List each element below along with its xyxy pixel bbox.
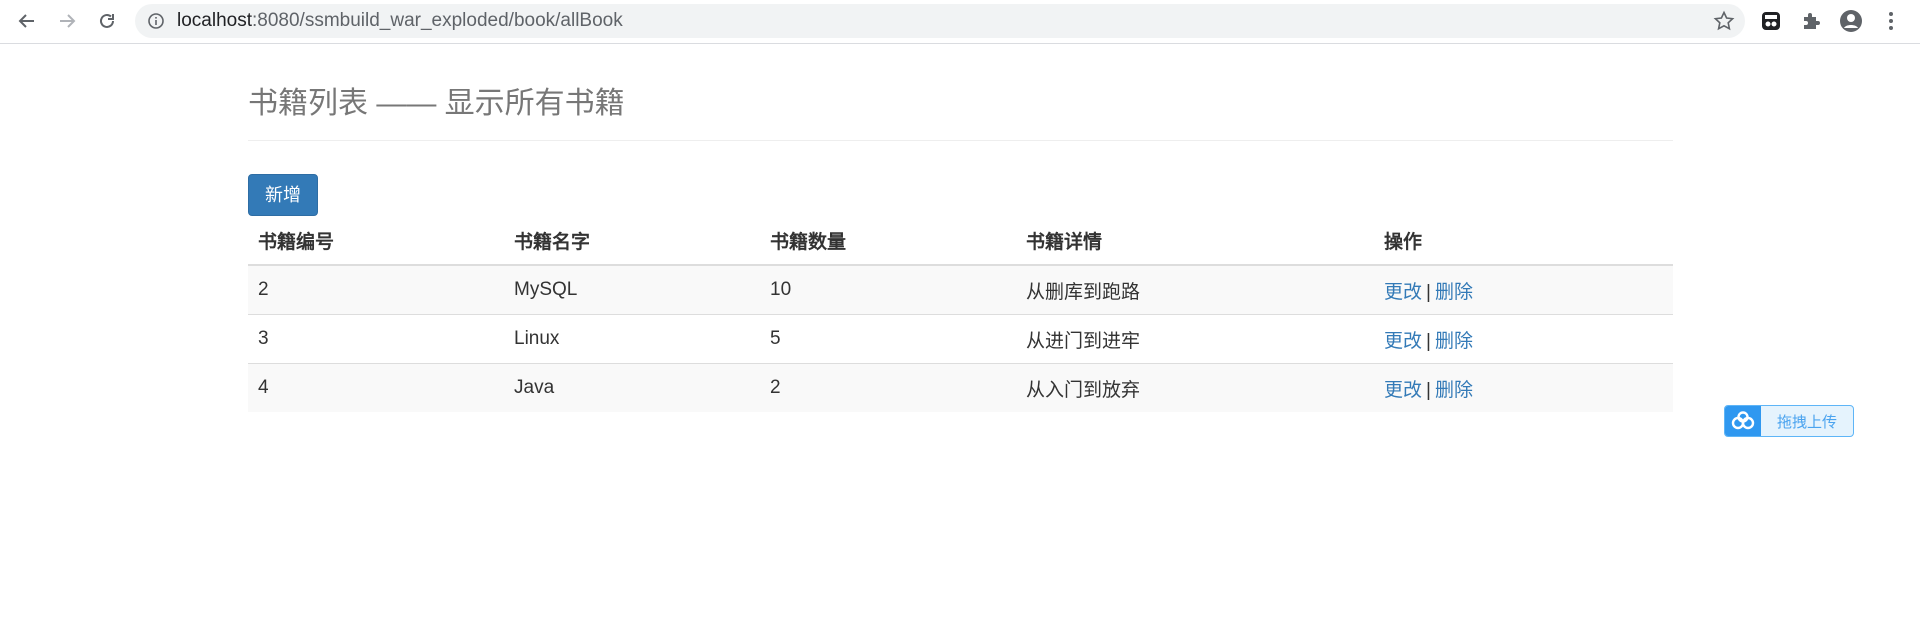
book-name: Java bbox=[504, 363, 760, 412]
baidu-cloud-logo bbox=[1725, 406, 1761, 436]
drag-upload-widget[interactable]: 拖拽上传 bbox=[1724, 405, 1854, 437]
book-id: 4 bbox=[248, 363, 504, 412]
url-path: :8080/ssmbuild_war_exploded/book/allBook bbox=[252, 10, 623, 31]
book-count: 10 bbox=[760, 264, 1016, 315]
header-book-detail: 书籍详情 bbox=[1016, 216, 1374, 266]
row-actions: 更改 | 删除 bbox=[1374, 314, 1673, 364]
page-title: 书籍列表 —— 显示所有书籍 bbox=[248, 87, 625, 120]
edit-link[interactable]: 更改 bbox=[1384, 380, 1422, 401]
table-header-row: 书籍编号 书籍名字 书籍数量 书籍详情 操作 bbox=[248, 216, 1673, 266]
browser-menu-button[interactable] bbox=[1878, 8, 1904, 34]
row-actions: 更改 | 删除 bbox=[1374, 264, 1673, 315]
action-separator: | bbox=[1426, 330, 1431, 352]
book-name: Linux bbox=[504, 314, 760, 364]
browser-toolbar: localhost:8080/ssmbuild_war_exploded/boo… bbox=[0, 0, 1920, 44]
book-count: 2 bbox=[760, 363, 1016, 412]
action-separator: | bbox=[1426, 379, 1431, 401]
address-bar[interactable]: localhost:8080/ssmbuild_war_exploded/boo… bbox=[135, 4, 1745, 38]
edit-link[interactable]: 更改 bbox=[1384, 331, 1422, 352]
table-row: 4 Java 2 从入门到放弃 更改 | 删除 bbox=[248, 363, 1673, 412]
book-detail: 从删库到跑路 bbox=[1016, 264, 1374, 315]
info-icon[interactable] bbox=[147, 12, 165, 30]
page-container: 书籍列表 —— 显示所有书籍 新增 书籍编号 书籍名字 书籍数量 书籍详情 操作… bbox=[248, 44, 1673, 412]
book-detail: 从入门到放弃 bbox=[1016, 363, 1374, 412]
row-actions: 更改 | 删除 bbox=[1374, 363, 1673, 412]
header-actions: 操作 bbox=[1374, 216, 1673, 266]
url-text[interactable]: localhost:8080/ssmbuild_war_exploded/boo… bbox=[177, 4, 623, 38]
upload-label: 拖拽上传 bbox=[1776, 413, 1837, 431]
table-row: 2 MySQL 10 从删库到跑路 更改 | 删除 bbox=[248, 264, 1673, 315]
extension-app-icon bbox=[1762, 12, 1780, 30]
reload-button[interactable] bbox=[92, 6, 122, 36]
cloud-logo-icon bbox=[1731, 411, 1755, 430]
extensions-button[interactable] bbox=[1798, 8, 1824, 34]
book-id: 3 bbox=[248, 314, 504, 364]
action-separator: | bbox=[1426, 281, 1431, 303]
add-book-button[interactable]: 新增 bbox=[248, 174, 318, 216]
header-book-count: 书籍数量 bbox=[760, 216, 1016, 266]
forward-arrow-icon bbox=[60, 14, 76, 28]
forward-button[interactable] bbox=[52, 6, 82, 36]
extension-app-button[interactable] bbox=[1758, 8, 1784, 34]
book-name: MySQL bbox=[504, 264, 760, 315]
book-detail: 从进门到进牢 bbox=[1016, 314, 1374, 364]
table-row: 3 Linux 5 从进门到进牢 更改 | 删除 bbox=[248, 314, 1673, 364]
delete-link[interactable]: 删除 bbox=[1435, 380, 1473, 401]
reload-icon bbox=[100, 13, 114, 28]
edit-link[interactable]: 更改 bbox=[1384, 282, 1422, 303]
header-book-name: 书籍名字 bbox=[504, 216, 760, 266]
delete-link[interactable]: 删除 bbox=[1435, 282, 1473, 303]
book-id: 2 bbox=[248, 264, 504, 315]
bookmark-star-icon[interactable] bbox=[1713, 10, 1735, 32]
book-table: 书籍编号 书籍名字 书籍数量 书籍详情 操作 2 MySQL 10 从删库到跑路… bbox=[248, 216, 1673, 412]
delete-link[interactable]: 删除 bbox=[1435, 331, 1473, 352]
profile-icon bbox=[1840, 10, 1862, 32]
book-count: 5 bbox=[760, 314, 1016, 364]
page-header: 书籍列表 —— 显示所有书籍 bbox=[248, 86, 1673, 141]
kebab-menu-icon bbox=[1889, 12, 1893, 30]
back-button[interactable] bbox=[12, 6, 42, 36]
puzzle-icon bbox=[1804, 13, 1820, 29]
header-book-id: 书籍编号 bbox=[248, 216, 504, 266]
url-host: localhost bbox=[177, 10, 252, 31]
back-arrow-icon bbox=[18, 14, 34, 28]
profile-button[interactable] bbox=[1838, 8, 1864, 34]
